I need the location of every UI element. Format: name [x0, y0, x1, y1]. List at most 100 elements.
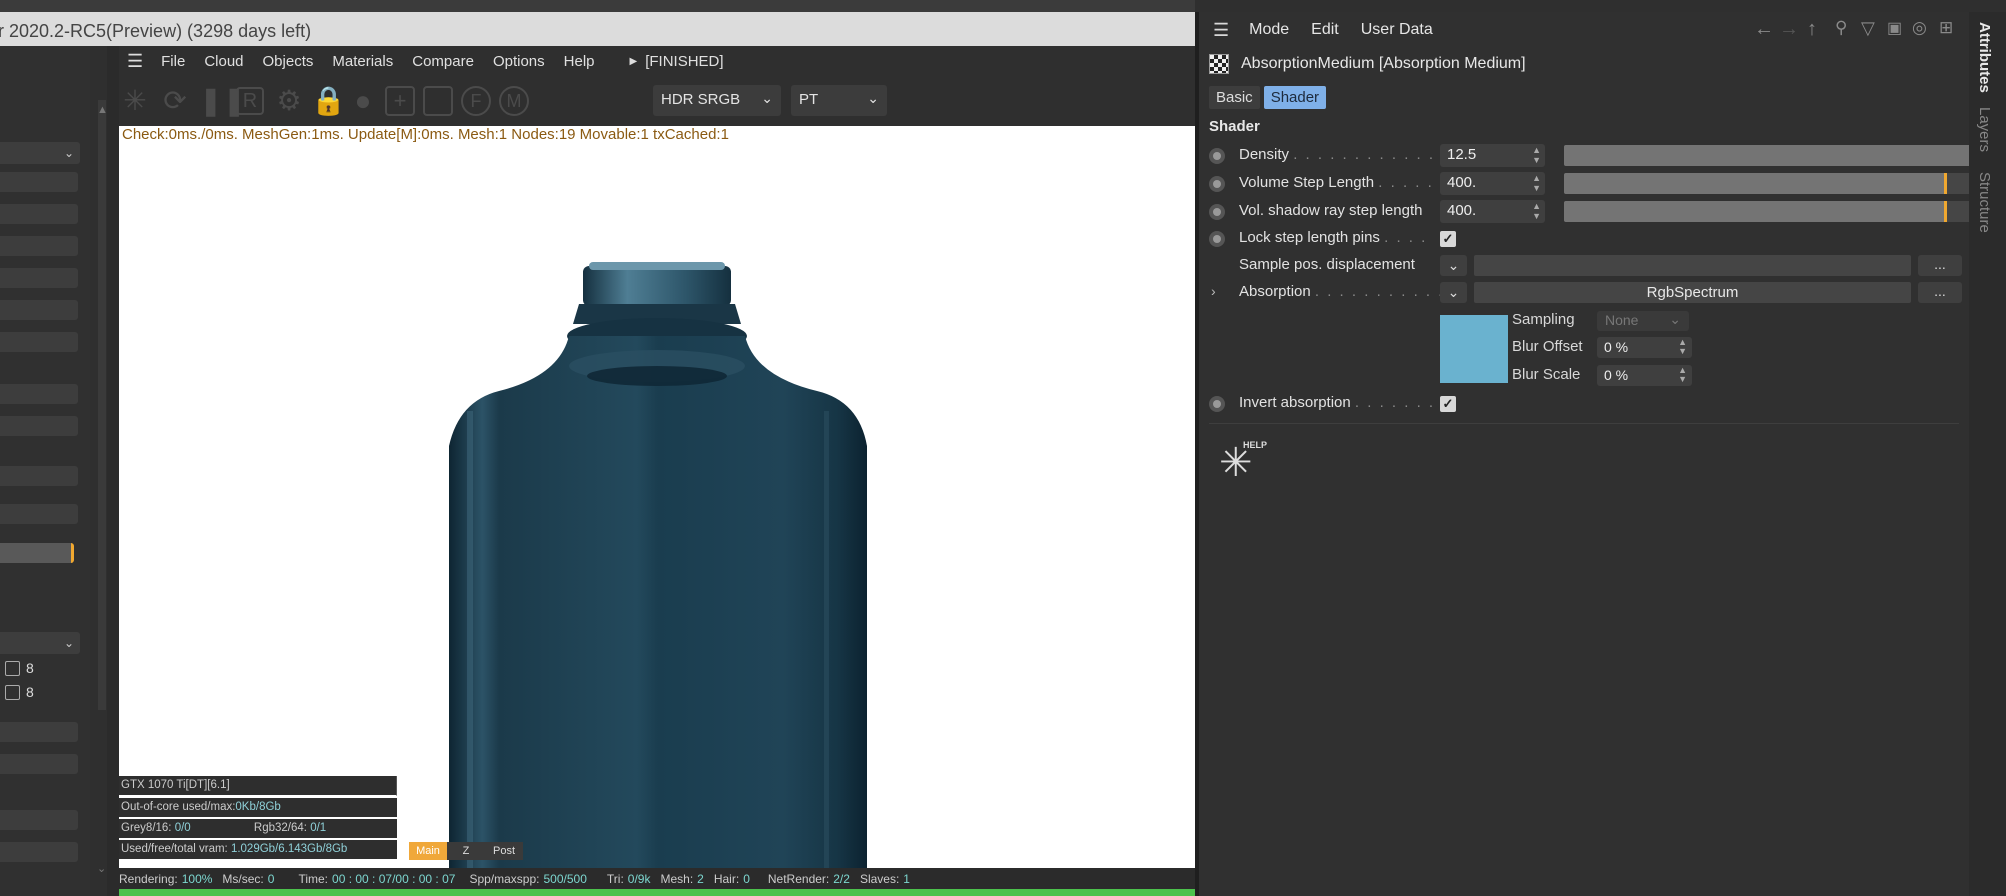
- density-input[interactable]: 12.5 ▲ ▼: [1440, 144, 1545, 167]
- scroll-up-icon[interactable]: ▲: [97, 104, 108, 116]
- tab-attributes[interactable]: Attributes: [1976, 22, 1993, 93]
- menu-user-data[interactable]: User Data: [1361, 21, 1433, 39]
- left-field[interactable]: [0, 332, 78, 352]
- menu-options[interactable]: Options: [493, 53, 545, 70]
- region-icon[interactable]: R: [236, 87, 264, 115]
- sample-displacement-more-button[interactable]: ...: [1918, 255, 1962, 276]
- absorption-more-button[interactable]: ...: [1918, 282, 1962, 303]
- octane-logo-icon[interactable]: ✳: [119, 85, 151, 117]
- shadow-step-label: Vol. shadow ray step length: [1239, 202, 1423, 219]
- focus-region-icon[interactable]: [423, 86, 453, 116]
- left-field[interactable]: [0, 722, 78, 742]
- render-progress-bar: [119, 889, 1195, 896]
- tab-basic[interactable]: Basic: [1209, 86, 1260, 109]
- left-dropdown-1[interactable]: ⌄: [0, 142, 80, 164]
- sample-displacement-row: Sample pos. displacement ⌄ ...: [1209, 253, 1969, 279]
- mode-z-button[interactable]: Z: [447, 842, 485, 860]
- mode-post-button[interactable]: Post: [485, 842, 523, 860]
- window-titlebar: r 2020.2-RC5(Preview) (3298 days left): [0, 12, 1195, 46]
- checkbox[interactable]: [5, 684, 20, 700]
- left-field[interactable]: [0, 466, 78, 486]
- rendered-bottle-image: [449, 262, 867, 868]
- left-checkbox-row[interactable]: 8: [5, 660, 34, 676]
- absorption-dropdown[interactable]: ⌄: [1440, 282, 1467, 303]
- expand-chevron-icon[interactable]: ›: [1211, 283, 1216, 299]
- left-slider[interactable]: [0, 543, 74, 563]
- menu-objects[interactable]: Objects: [263, 53, 314, 70]
- left-field[interactable]: [0, 236, 78, 256]
- absorption-color-swatch[interactable]: [1440, 315, 1508, 383]
- left-field[interactable]: [0, 384, 78, 404]
- absorption-shader-button[interactable]: RgbSpectrum: [1474, 282, 1911, 303]
- render-viewport[interactable]: Check:0ms./0ms. MeshGen:1ms. Update[M]:0…: [119, 126, 1195, 868]
- volume-step-slider[interactable]: [1564, 173, 1974, 194]
- lock-icon[interactable]: ▣: [1887, 18, 1902, 38]
- material-picker-icon[interactable]: M: [499, 86, 529, 116]
- left-field[interactable]: [0, 504, 78, 524]
- left-field[interactable]: [0, 268, 78, 288]
- density-slider[interactable]: [1564, 145, 1974, 166]
- sampling-label: Sampling: [1512, 311, 1575, 328]
- shadow-step-slider[interactable]: [1564, 201, 1974, 222]
- target-icon[interactable]: ◎: [1912, 18, 1927, 38]
- animate-icon[interactable]: [1209, 231, 1225, 247]
- tab-layers[interactable]: Layers: [1976, 107, 1993, 152]
- checkbox[interactable]: [5, 660, 20, 676]
- animate-icon[interactable]: [1209, 204, 1225, 220]
- hamburger-icon[interactable]: ☰: [127, 51, 143, 72]
- mode-main-button[interactable]: Main: [409, 842, 447, 860]
- help-button[interactable]: ✳ HELP: [1219, 440, 1267, 486]
- hamburger-icon[interactable]: ☰: [1213, 20, 1229, 41]
- tab-shader[interactable]: Shader: [1263, 86, 1327, 109]
- left-field[interactable]: [0, 300, 78, 320]
- left-field[interactable]: [0, 842, 78, 862]
- invert-absorption-checkbox[interactable]: ✓: [1440, 396, 1456, 412]
- pause-icon[interactable]: ❚❚: [199, 85, 246, 117]
- scroll-down-icon[interactable]: ⌄: [97, 862, 106, 875]
- attributes-menubar: ☰ Mode Edit User Data: [1199, 12, 1969, 48]
- filter-icon[interactable]: ▽: [1861, 18, 1875, 39]
- animate-icon[interactable]: [1209, 176, 1225, 192]
- left-scrollbar[interactable]: [98, 100, 106, 710]
- absorption-label: Absorption . . . . . . . . . . . .: [1239, 283, 1457, 300]
- blur-offset-input[interactable]: 0 % ▲ ▼: [1597, 337, 1692, 358]
- menu-compare[interactable]: Compare: [412, 53, 474, 70]
- left-field[interactable]: [0, 754, 78, 774]
- up-arrow-icon[interactable]: ↑: [1807, 18, 1817, 41]
- settings-gear-icon[interactable]: ⚙: [273, 85, 305, 117]
- menu-mode[interactable]: Mode: [1249, 21, 1289, 39]
- left-dropdown-2[interactable]: ⌄: [0, 632, 80, 654]
- material-ball-icon[interactable]: ●: [347, 85, 379, 117]
- menu-cloud[interactable]: Cloud: [204, 53, 243, 70]
- menu-file[interactable]: File: [161, 53, 185, 70]
- left-splitter[interactable]: [107, 46, 119, 896]
- add-region-icon[interactable]: +: [385, 86, 415, 116]
- forward-arrow-icon[interactable]: →: [1779, 18, 1799, 41]
- left-field[interactable]: [0, 416, 78, 436]
- refresh-icon[interactable]: ⟳: [159, 85, 191, 117]
- focus-picker-icon[interactable]: F: [461, 86, 491, 116]
- volume-step-input[interactable]: 400. ▲ ▼: [1440, 172, 1545, 195]
- menu-edit[interactable]: Edit: [1311, 21, 1339, 39]
- left-field[interactable]: [0, 810, 78, 830]
- lock-pins-checkbox[interactable]: ✓: [1440, 231, 1456, 247]
- menu-help[interactable]: Help: [564, 53, 595, 70]
- lock-icon[interactable]: 🔒: [311, 85, 346, 117]
- left-field[interactable]: [0, 172, 78, 192]
- search-icon[interactable]: ⚲: [1835, 18, 1847, 38]
- menu-materials[interactable]: Materials: [332, 53, 393, 70]
- animate-icon[interactable]: [1209, 148, 1225, 164]
- kernel-select[interactable]: PT ⌄: [791, 85, 887, 116]
- tab-structure[interactable]: Structure: [1976, 172, 1993, 233]
- left-checkbox-row[interactable]: 8: [5, 684, 34, 700]
- sampling-select[interactable]: None ⌄: [1597, 311, 1689, 331]
- sample-displacement-slot[interactable]: [1474, 255, 1911, 276]
- color-space-select[interactable]: HDR SRGB ⌄: [653, 85, 781, 116]
- left-field[interactable]: [0, 204, 78, 224]
- shadow-step-input[interactable]: 400. ▲ ▼: [1440, 200, 1545, 223]
- back-arrow-icon[interactable]: ←: [1754, 18, 1774, 41]
- new-panel-icon[interactable]: ⊞: [1939, 18, 1953, 38]
- blur-scale-input[interactable]: 0 % ▲ ▼: [1597, 365, 1692, 386]
- sample-displacement-dropdown[interactable]: ⌄: [1440, 255, 1467, 276]
- animate-icon[interactable]: [1209, 396, 1225, 412]
